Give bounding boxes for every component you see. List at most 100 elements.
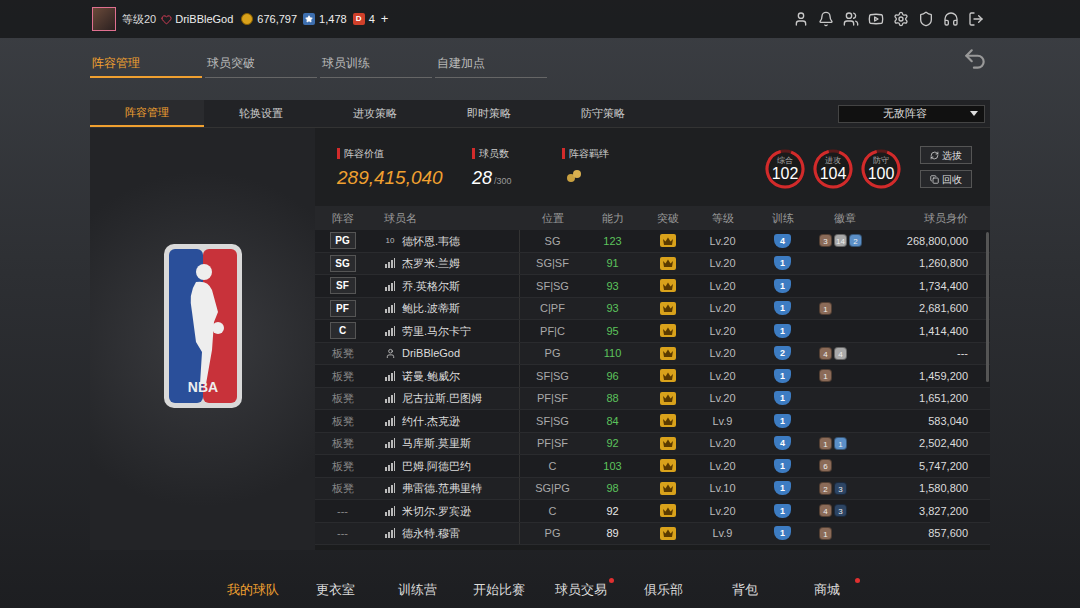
- sub-tab[interactable]: 即时策略: [432, 100, 546, 127]
- add-button[interactable]: +: [381, 9, 389, 29]
- lineup-dropdown[interactable]: 无敌阵容: [838, 105, 985, 123]
- friends-icon[interactable]: [843, 11, 859, 27]
- crown-icon[interactable]: [660, 347, 676, 360]
- training-badge[interactable]: 1: [774, 369, 791, 383]
- player-row[interactable]: 板凳弗雷德.范弗里特SG|PG98Lv.101231,580,800: [315, 478, 990, 501]
- column-header[interactable]: 训练: [750, 210, 815, 227]
- training-badge[interactable]: 1: [774, 414, 791, 428]
- training-badge[interactable]: 4: [774, 436, 791, 450]
- badge-chip[interactable]: 3: [834, 504, 847, 517]
- column-header[interactable]: 球员身价: [875, 210, 990, 227]
- crown-icon[interactable]: [660, 324, 676, 337]
- nav-item[interactable]: 训练营: [376, 580, 458, 606]
- player-row[interactable]: ---德永特.穆雷PG89Lv.911857,600: [315, 523, 990, 546]
- nav-item[interactable]: 俱乐部: [622, 580, 704, 606]
- player-row[interactable]: 板凳DriBBleGodPG110Lv.20244---: [315, 343, 990, 366]
- training-badge[interactable]: 2: [774, 346, 791, 360]
- badge-chip[interactable]: 3: [819, 234, 832, 247]
- badge-chip[interactable]: 1: [834, 437, 847, 450]
- badge-chip[interactable]: 1: [819, 302, 832, 315]
- crown-icon[interactable]: [660, 437, 676, 450]
- player-row[interactable]: SG杰罗米.兰姆SG|SF91Lv.2011,260,800: [315, 253, 990, 276]
- bell-icon[interactable]: [818, 11, 834, 27]
- badge-chip[interactable]: 4: [834, 347, 847, 360]
- player-row[interactable]: 板凳巴姆.阿德巴约C103Lv.20165,747,200: [315, 455, 990, 478]
- crown-icon[interactable]: [660, 234, 676, 247]
- column-header[interactable]: 徽章: [815, 210, 875, 227]
- sub-tab[interactable]: 进攻策略: [318, 100, 432, 127]
- training-badge[interactable]: 4: [774, 234, 791, 248]
- main-tab[interactable]: 自建加点: [435, 54, 547, 78]
- badge-chip[interactable]: 1: [819, 437, 832, 450]
- crown-icon[interactable]: [660, 279, 676, 292]
- badge-chip[interactable]: 1: [819, 527, 832, 540]
- training-badge[interactable]: 1: [774, 324, 791, 338]
- crown-icon[interactable]: [660, 369, 676, 382]
- scrollbar-thumb[interactable]: [986, 232, 989, 382]
- badge-chip[interactable]: 3: [834, 482, 847, 495]
- column-header[interactable]: 能力: [585, 210, 640, 227]
- crown-icon[interactable]: [660, 257, 676, 270]
- crown-icon[interactable]: [660, 392, 676, 405]
- sub-tab[interactable]: 阵容管理: [90, 100, 204, 127]
- badge-chip[interactable]: 2: [849, 234, 862, 247]
- training-badge[interactable]: 1: [774, 279, 791, 293]
- action-button[interactable]: 回收: [920, 170, 972, 188]
- player-value: 268,800,000: [875, 233, 990, 250]
- training-badge[interactable]: 1: [774, 459, 791, 473]
- column-header[interactable]: 阵容: [315, 210, 370, 227]
- back-icon[interactable]: [962, 46, 988, 72]
- logout-icon[interactable]: [968, 11, 984, 27]
- nav-item[interactable]: 背包: [704, 580, 786, 606]
- settings-icon[interactable]: [893, 11, 909, 27]
- crown-icon[interactable]: [660, 414, 676, 427]
- badge-chip[interactable]: 4: [819, 504, 832, 517]
- column-header[interactable]: 球员名: [370, 210, 520, 227]
- column-header[interactable]: 突破: [640, 210, 695, 227]
- player-row[interactable]: 板凳约什.杰克逊SF|SG84Lv.91583,040: [315, 410, 990, 433]
- player-row[interactable]: 板凳诺曼.鲍威尔SF|SG96Lv.20111,459,200: [315, 365, 990, 388]
- player-row[interactable]: PG10德怀恩.韦德SG123Lv.2043142268,800,000: [315, 230, 990, 253]
- nav-item[interactable]: 开始比赛: [458, 580, 540, 606]
- badge-chip[interactable]: 4: [819, 347, 832, 360]
- avatar[interactable]: [92, 7, 116, 31]
- column-header[interactable]: 等级: [695, 210, 750, 227]
- sub-tab[interactable]: 防守策略: [546, 100, 660, 127]
- column-header[interactable]: 位置: [520, 210, 585, 227]
- training-badge[interactable]: 1: [774, 526, 791, 540]
- player-row[interactable]: SF乔.英格尔斯SF|SG93Lv.2011,734,400: [315, 275, 990, 298]
- player-row[interactable]: C劳里.马尔卡宁PF|C95Lv.2011,414,400: [315, 320, 990, 343]
- main-tab[interactable]: 阵容管理: [90, 54, 202, 78]
- training-badge[interactable]: 1: [774, 391, 791, 405]
- training-badge[interactable]: 1: [774, 256, 791, 270]
- player-row[interactable]: ---米切尔.罗宾逊C92Lv.201433,827,200: [315, 500, 990, 523]
- nav-item[interactable]: 商城: [786, 580, 868, 606]
- main-tab[interactable]: 球员突破: [205, 54, 317, 78]
- crown-icon[interactable]: [660, 482, 676, 495]
- training-badge[interactable]: 1: [774, 504, 791, 518]
- nav-item[interactable]: 更衣室: [294, 580, 376, 606]
- profile-icon[interactable]: [793, 11, 809, 27]
- nav-item[interactable]: 球员交易: [540, 580, 622, 606]
- crown-icon[interactable]: [660, 504, 676, 517]
- main-tab[interactable]: 球员训练: [320, 54, 432, 78]
- bond-coins-icon[interactable]: [566, 169, 582, 183]
- nav-item[interactable]: 我的球队: [212, 580, 294, 606]
- video-icon[interactable]: [868, 11, 884, 27]
- training-badge[interactable]: 1: [774, 301, 791, 315]
- crown-icon[interactable]: [660, 302, 676, 315]
- shield-icon[interactable]: [918, 11, 934, 27]
- sub-tab[interactable]: 轮换设置: [204, 100, 318, 127]
- badge-chip[interactable]: 14: [834, 234, 847, 247]
- player-row[interactable]: 板凳马库斯.莫里斯PF|SF92Lv.204112,502,400: [315, 433, 990, 456]
- crown-icon[interactable]: [660, 527, 676, 540]
- crown-icon[interactable]: [660, 459, 676, 472]
- training-badge[interactable]: 1: [774, 481, 791, 495]
- player-row[interactable]: 板凳尼古拉斯.巴图姆PF|SF88Lv.2011,651,200: [315, 388, 990, 411]
- player-row[interactable]: PF鲍比.波蒂斯C|PF93Lv.20112,681,600: [315, 298, 990, 321]
- action-button[interactable]: 选拔: [920, 146, 972, 164]
- headset-icon[interactable]: [943, 11, 959, 27]
- badge-chip[interactable]: 6: [819, 459, 832, 472]
- badge-chip[interactable]: 1: [819, 369, 832, 382]
- badge-chip[interactable]: 2: [819, 482, 832, 495]
